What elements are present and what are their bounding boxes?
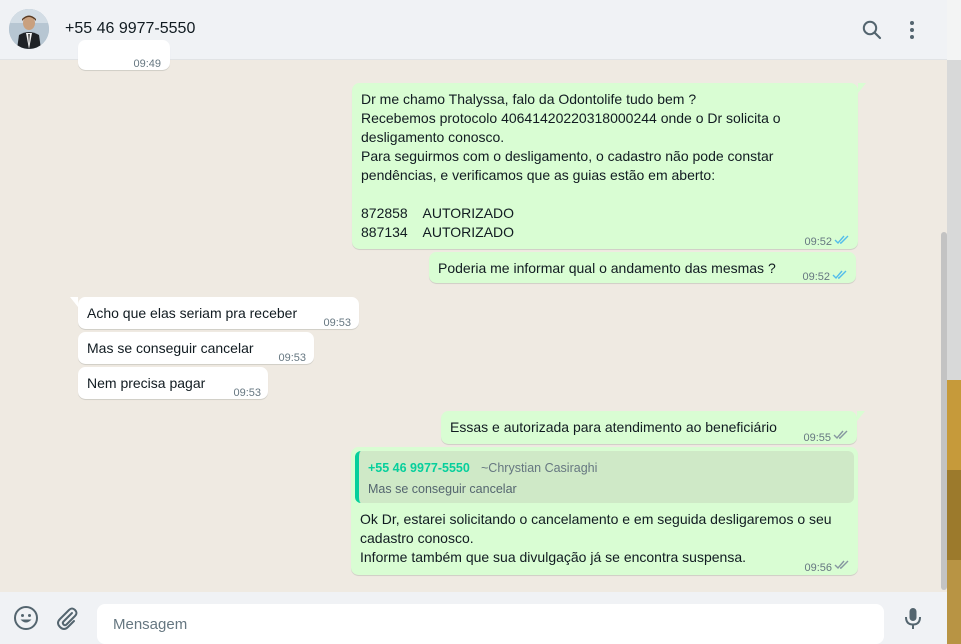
message-bubble-outgoing[interactable]: Essas e autorizada para atendimento ao b…	[441, 411, 865, 444]
message-time: 09:53	[233, 387, 261, 399]
quoted-text: Mas se conseguir cancelar	[368, 482, 517, 496]
message-bubble-outgoing-reply[interactable]: +55 46 9977-5550 ~Chrystian Casiraghi Ma…	[351, 447, 858, 575]
menu-dots-icon[interactable]	[900, 18, 924, 42]
bubble-tail	[858, 83, 866, 93]
contact-avatar[interactable]	[9, 9, 49, 49]
message-text: Mas se conseguir cancelar	[87, 340, 254, 356]
contact-name[interactable]: +55 46 9977-5550	[65, 20, 195, 38]
quoted-sender-number: +55 46 9977-5550	[368, 461, 470, 475]
message-time: 09:52	[804, 236, 832, 248]
double-check-delivered-icon	[833, 430, 848, 440]
message-text: Ok Dr, estarei solicitando o cancelament…	[360, 511, 832, 565]
person-avatar-icon	[9, 9, 49, 49]
message-time: 09:56	[804, 562, 832, 574]
message-input[interactable]	[97, 604, 884, 644]
bubble-tail	[70, 297, 78, 307]
message-text: Poderia me informar qual o andamento das…	[438, 260, 776, 276]
composer-bar	[0, 592, 947, 644]
paperclip-icon[interactable]	[54, 605, 80, 631]
message-time: 09:52	[802, 271, 830, 283]
message-bubble-incoming[interactable]: Mas se conseguir cancelar 09:53	[78, 332, 314, 364]
emoji-icon[interactable]	[13, 605, 39, 631]
desktop-background-edge	[947, 0, 961, 644]
chat-window: +55 46 9977-5550 09:49 Dr me chamo Thaly…	[0, 0, 947, 644]
message-bubble-outgoing[interactable]: Dr me chamo Thalyssa, falo da Odontolife…	[352, 83, 866, 249]
double-check-read-icon	[834, 235, 849, 245]
double-check-delivered-icon	[834, 560, 849, 570]
quoted-sender-name: ~Chrystian Casiraghi	[481, 461, 598, 475]
message-text: Essas e autorizada para atendimento ao b…	[450, 419, 777, 435]
microphone-icon[interactable]	[900, 605, 926, 631]
message-bubble-incoming[interactable]: Nem precisa pagar 09:53	[78, 367, 268, 399]
message-time: 09:55	[803, 432, 831, 444]
message-time: 09:53	[278, 352, 306, 364]
message-bubble-incoming[interactable]: 09:49	[78, 40, 170, 70]
message-bubble-incoming[interactable]: Acho que elas seriam pra receber 09:53	[70, 297, 359, 329]
search-icon[interactable]	[860, 18, 884, 42]
message-text: Acho que elas seriam pra receber	[87, 305, 298, 321]
message-time: 09:53	[323, 317, 351, 329]
message-time: 09:49	[133, 58, 161, 70]
quoted-message[interactable]: +55 46 9977-5550 ~Chrystian Casiraghi Ma…	[355, 451, 854, 503]
message-text: Dr me chamo Thalyssa, falo da Odontolife…	[361, 91, 781, 240]
message-text: Nem precisa pagar	[87, 375, 206, 391]
double-check-read-icon	[832, 270, 847, 280]
bubble-tail	[857, 411, 865, 421]
message-bubble-outgoing[interactable]: Poderia me informar qual o andamento das…	[429, 252, 856, 283]
